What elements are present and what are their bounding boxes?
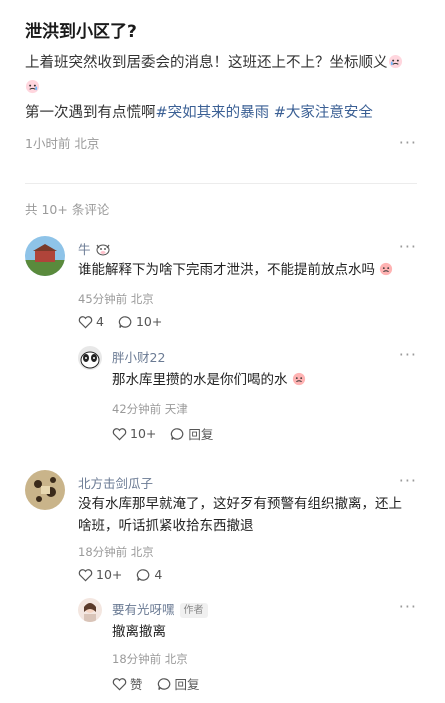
reply-text: 撤离撤离	[112, 624, 166, 640]
heart-icon	[112, 677, 127, 690]
comment-text-line: 啥班，听话抓紧收拾东西撤退	[78, 518, 254, 534]
crying-emoji-icon	[292, 371, 306, 393]
post-line1: 上着班突然收到居委会的消息！这班还上不上？坐标顺义	[25, 55, 388, 71]
heart-icon	[112, 427, 127, 440]
hashtag-link[interactable]: #大家注意安全	[274, 105, 373, 121]
comment-icon	[157, 677, 170, 690]
comment-actions: 10+ 4	[78, 567, 162, 582]
reply-actions: 10+ 回复	[112, 424, 213, 443]
comment-text: 谁能解释下为啥下完雨才泄洪，不能提前放点水吗	[78, 259, 418, 283]
like-button[interactable]: 10+	[78, 567, 122, 582]
avatar[interactable]	[78, 346, 102, 370]
reply-button[interactable]: 回复	[157, 674, 200, 693]
more-dots-icon[interactable]: ···	[399, 134, 417, 150]
heart-icon	[78, 315, 93, 328]
heart-icon	[78, 568, 93, 581]
more-dots-icon[interactable]: ···	[399, 347, 417, 363]
reply-count-button[interactable]: 4	[136, 567, 162, 582]
like-button[interactable]: 4	[78, 314, 104, 329]
reply-meta: 18分钟前 北京	[112, 652, 188, 666]
avatar[interactable]	[78, 598, 102, 622]
comment-actions: 4 10+	[78, 314, 162, 329]
hashtag-link[interactable]: #突如其来的暴雨	[156, 105, 270, 121]
reply-author[interactable]: 胖小财22	[112, 347, 165, 366]
divider	[25, 183, 417, 184]
more-dots-icon[interactable]: ···	[399, 599, 417, 615]
comment-icon	[118, 315, 132, 328]
more-dots-icon[interactable]: ···	[399, 239, 417, 255]
reply: 胖小财22 ··· 那水库里攒的水是你们喝的水 42分钟前 天津 10+ 回复	[78, 346, 417, 446]
reply-count-button[interactable]: 10+	[118, 314, 162, 329]
crying-emoji-icon	[379, 261, 393, 283]
author-badge: 作者	[179, 603, 208, 618]
post-time-location: 1小时前 北京	[25, 136, 100, 151]
post: 泄洪到小区了? 上着班突然收到居委会的消息！这班还上不上？坐标顺义 第一次遇到有…	[25, 18, 425, 152]
comment-icon	[137, 568, 150, 581]
post-meta: 1小时前 北京 ···	[25, 133, 417, 152]
reply-actions: 赞 回复	[112, 674, 200, 693]
like-button[interactable]: 赞	[112, 674, 143, 693]
post-title: 泄洪到小区了?	[25, 22, 137, 42]
comment-text-line: 没有水库那早就淹了，这好歹有预警有组织撤离，还上	[78, 496, 402, 512]
avatar[interactable]	[25, 470, 65, 510]
comment: 北方击剑瓜子 ··· 没有水库那早就淹了，这好歹有预警有组织撤离，还上 啥班，听…	[25, 470, 417, 700]
reply-button[interactable]: 回复	[170, 424, 213, 443]
avatar[interactable]	[25, 236, 65, 276]
post-body: 上着班突然收到居委会的消息！这班还上不上？坐标顺义 第一次遇到有点慌啊#突如其来…	[25, 52, 415, 125]
crying-emoji-icon	[25, 79, 40, 102]
reply-meta: 42分钟前 天津	[112, 402, 188, 416]
comment-icon	[171, 427, 184, 440]
reply-text: 那水库里攒的水是你们喝的水	[112, 369, 306, 393]
more-dots-icon[interactable]: ···	[399, 473, 417, 489]
like-button[interactable]: 10+	[112, 426, 156, 441]
reply: 要有光呀嘿 作者 ··· 撤离撤离 18分钟前 北京 赞 回复	[78, 598, 417, 698]
comment-meta: 45分钟前 北京	[78, 292, 154, 306]
post-line2: 第一次遇到有点慌啊	[25, 105, 156, 121]
comment-meta: 18分钟前 北京	[78, 545, 154, 559]
comment-text: 没有水库那早就淹了，这好歹有预警有组织撤离，还上 啥班，听话抓紧收拾东西撤退	[78, 493, 418, 537]
comments-count: 共 10+ 条评论	[25, 202, 110, 217]
cow-emoji-icon	[95, 242, 111, 259]
comment-author[interactable]: 牛	[78, 239, 111, 259]
comment-author[interactable]: 北方击剑瓜子	[78, 473, 153, 492]
comment: 牛 ··· 谁能解释下为啥下完雨才泄洪，不能提前放点水吗 45分钟前 北京 4 …	[25, 236, 417, 456]
reply-author[interactable]: 要有光呀嘿 作者	[112, 599, 208, 618]
crying-emoji-icon	[388, 54, 403, 77]
